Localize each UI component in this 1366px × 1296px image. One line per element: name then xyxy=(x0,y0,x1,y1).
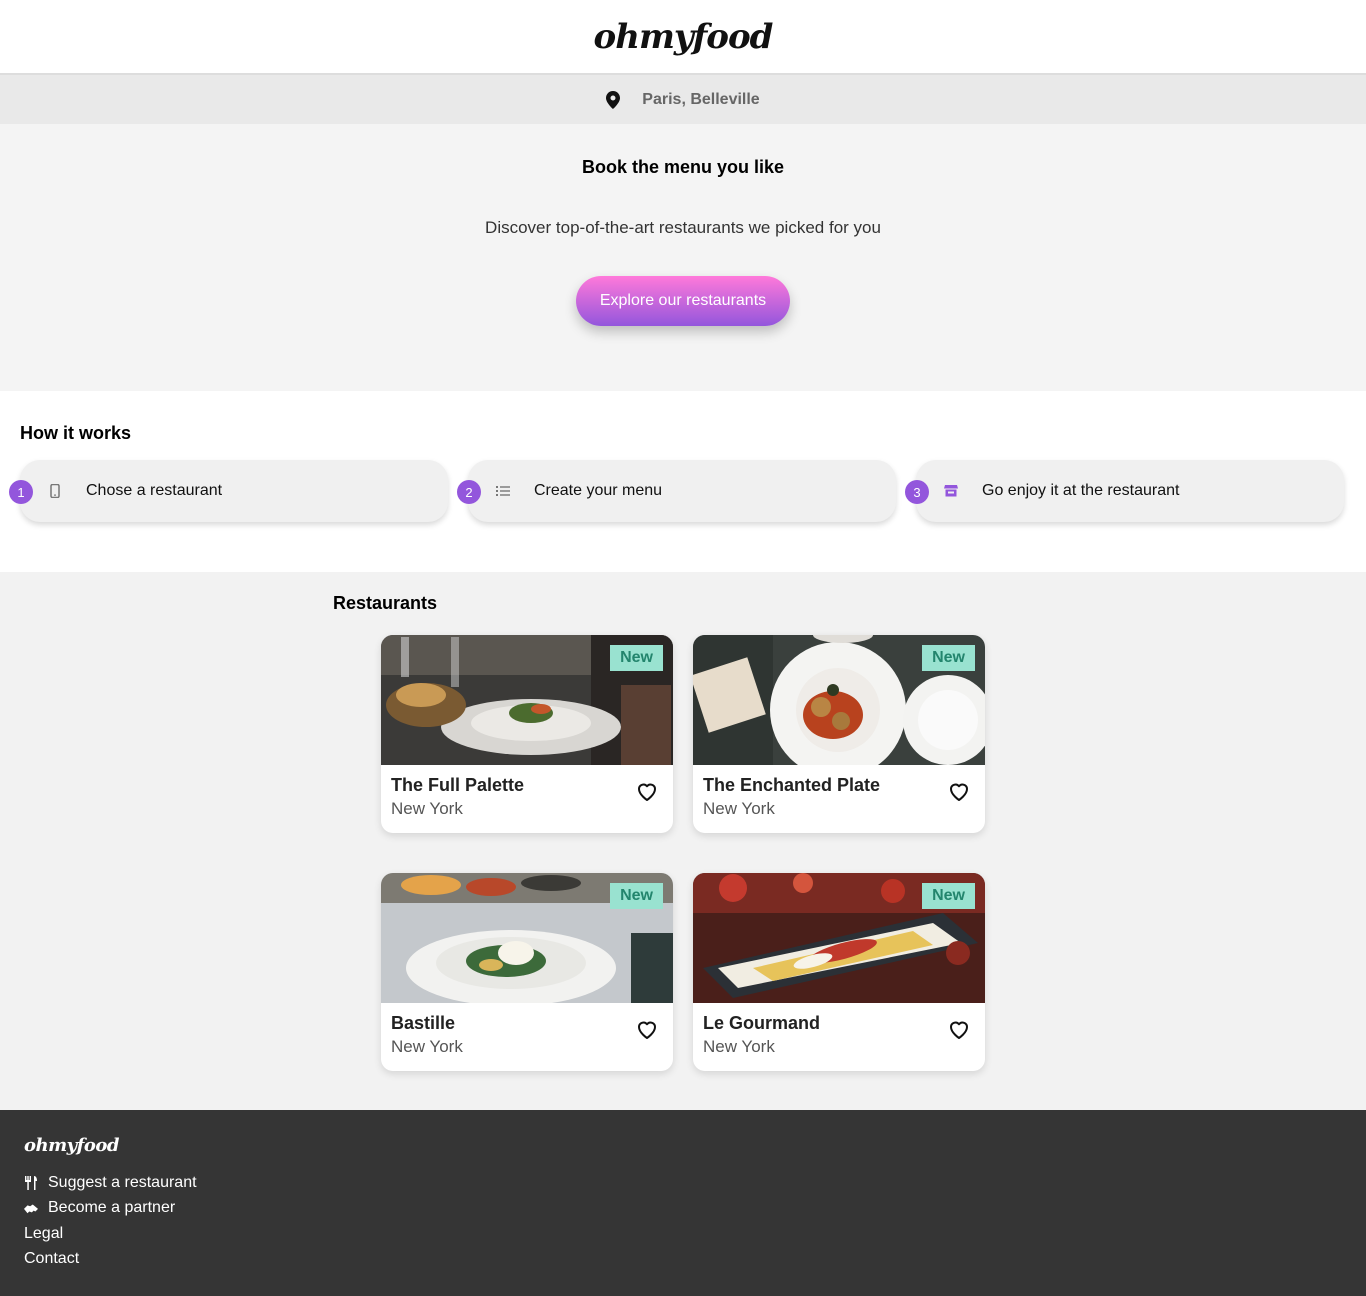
restaurant-photo: New xyxy=(381,873,673,1003)
footer-logo[interactable]: ohmyfood xyxy=(24,1135,1342,1156)
restaurant-city: New York xyxy=(703,799,775,818)
new-badge: New xyxy=(922,883,975,909)
new-badge: New xyxy=(610,883,663,909)
footer-link-suggest-restaurant[interactable]: Suggest a restaurant xyxy=(24,1170,1342,1196)
restaurant-city: New York xyxy=(391,799,463,818)
step-2: 2 Create your menu xyxy=(457,460,896,522)
new-badge: New xyxy=(922,645,975,671)
hero-title: Book the menu you like xyxy=(581,157,785,177)
mobile-phone-icon xyxy=(48,484,62,498)
hero-section: Book the menu you like Discover top-of-t… xyxy=(0,124,1366,391)
restaurant-name: The Enchanted Plate xyxy=(703,775,881,795)
restaurant-card-the-full-palette[interactable]: New The Full Palette New York xyxy=(381,635,673,833)
location-bar: Paris, Belleville xyxy=(0,75,1366,124)
heart-icon[interactable] xyxy=(635,779,659,803)
step-number: 1 xyxy=(9,480,33,504)
store-icon xyxy=(944,484,958,498)
step-number: 2 xyxy=(457,480,481,504)
heart-icon[interactable] xyxy=(635,1017,659,1041)
restaurant-photo: New xyxy=(693,873,985,1003)
step-label: Go enjoy it at the restaurant xyxy=(982,482,1180,499)
footer-link-contact[interactable]: Contact xyxy=(24,1247,1342,1273)
heart-icon[interactable] xyxy=(947,1017,971,1041)
step-3: 3 Go enjoy it at the restaurant xyxy=(905,460,1344,522)
footer-link-label: Legal xyxy=(24,1224,64,1242)
restaurant-photo: New xyxy=(693,635,985,765)
restaurant-photo: New xyxy=(381,635,673,765)
list-icon xyxy=(496,484,510,498)
step-label: Create your menu xyxy=(534,482,663,499)
footer-link-legal[interactable]: Legal xyxy=(24,1221,1342,1247)
restaurant-card-le-gourmand[interactable]: New Le Gourmand New York xyxy=(693,873,985,1071)
new-badge: New xyxy=(610,645,663,671)
step-label: Chose a restaurant xyxy=(86,482,223,499)
location-text: Paris, Belleville xyxy=(642,90,760,108)
site-header: ohmyfood xyxy=(0,0,1366,75)
restaurant-city: New York xyxy=(391,1037,463,1056)
site-footer: ohmyfood Suggest a restaurant Become a p… xyxy=(0,1110,1366,1296)
how-it-works-section: How it works 1 Chose a restaurant 2 Crea… xyxy=(0,391,1366,572)
step-1: 1 Chose a restaurant xyxy=(9,460,448,522)
explore-restaurants-button[interactable]: Explore our restaurants xyxy=(576,276,790,326)
footer-link-label: Become a partner xyxy=(48,1199,176,1217)
map-pin-icon xyxy=(606,90,621,109)
restaurant-card-the-enchanted-plate[interactable]: New The Enchanted Plate New York xyxy=(693,635,985,833)
footer-link-label: Contact xyxy=(24,1250,80,1268)
handshake-icon xyxy=(24,1201,38,1215)
footer-link-label: Suggest a restaurant xyxy=(48,1173,197,1191)
restaurant-name: Le Gourmand xyxy=(703,1013,821,1033)
site-logo[interactable]: ohmyfood xyxy=(594,17,774,57)
utensils-icon xyxy=(24,1175,38,1190)
restaurant-name: Bastille xyxy=(391,1013,456,1033)
restaurants-section: Restaurants New The Full Palette New Yor… xyxy=(0,572,1366,1110)
restaurant-card-bastille[interactable]: New Bastille New York xyxy=(381,873,673,1071)
restaurant-city: New York xyxy=(703,1037,775,1056)
how-it-works-title: How it works xyxy=(20,423,132,443)
restaurants-title: Restaurants xyxy=(333,593,438,613)
restaurant-name: The Full Palette xyxy=(391,775,525,795)
heart-icon[interactable] xyxy=(947,779,971,803)
footer-link-become-partner[interactable]: Become a partner xyxy=(24,1196,1342,1222)
step-number: 3 xyxy=(905,480,929,504)
hero-subtitle: Discover top-of-the-art restaurants we p… xyxy=(485,218,881,237)
